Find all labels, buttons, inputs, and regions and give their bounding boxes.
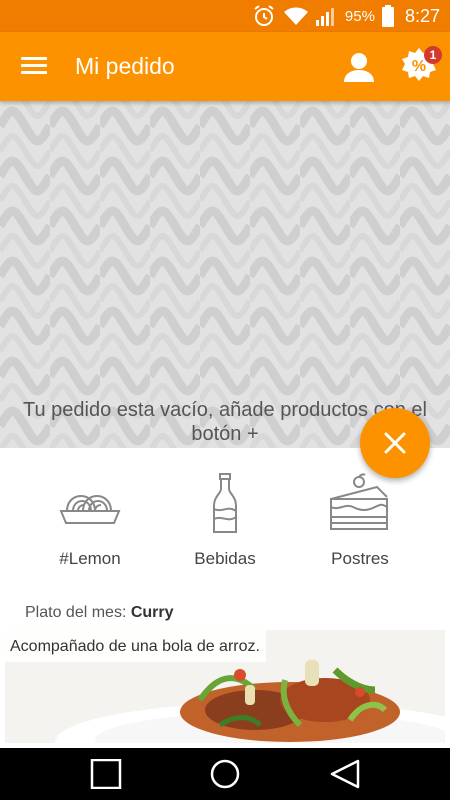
battery-percentage: 95% xyxy=(344,7,375,25)
add-product-fab[interactable] xyxy=(360,408,430,478)
category-bebidas[interactable]: Bebidas xyxy=(155,473,295,573)
back-button[interactable] xyxy=(328,759,362,789)
cake-slice-icon xyxy=(330,473,388,530)
svg-text:%: % xyxy=(412,58,426,75)
home-button[interactable] xyxy=(208,759,242,789)
page-title: Mi pedido xyxy=(75,53,175,79)
signal-icon xyxy=(315,8,334,26)
soda-bottle-icon xyxy=(213,473,237,533)
dish-caption: Acompañado de una bola de arroz. xyxy=(5,630,266,662)
dish-of-month-name: Curry xyxy=(130,604,174,621)
wave-pattern-background xyxy=(0,101,450,448)
battery-icon xyxy=(381,5,394,27)
system-nav-bar xyxy=(0,748,450,800)
category-label: Bebidas xyxy=(194,549,256,568)
promotions-button[interactable]: % 1 xyxy=(398,44,442,88)
dish-of-month-card[interactable]: Acompañado de una bola de arroz. xyxy=(5,630,445,743)
wifi-icon xyxy=(283,7,308,25)
dish-of-month-prefix: Plato del mes: xyxy=(25,604,127,621)
promo-count-badge: 1 xyxy=(424,46,442,64)
category-lemon[interactable]: #Lemon xyxy=(20,473,160,573)
circle-icon xyxy=(210,759,240,789)
category-label: Postres xyxy=(331,549,389,568)
category-label: #Lemon xyxy=(59,549,121,568)
recent-apps-button[interactable] xyxy=(89,758,123,790)
dish-of-month-title: Plato del mes: Curry xyxy=(25,604,174,622)
square-icon xyxy=(90,758,122,790)
menu-button[interactable] xyxy=(21,54,47,78)
app-bar: Mi pedido % 1 xyxy=(0,32,450,101)
alarm-icon xyxy=(254,5,274,26)
status-icons: 95% 8:27 xyxy=(252,0,440,32)
close-icon xyxy=(384,432,406,454)
noodles-bowl-icon xyxy=(59,494,121,524)
back-triangle-icon xyxy=(330,759,360,789)
status-bar: 95% 8:27 xyxy=(0,0,450,32)
category-postres[interactable]: Postres xyxy=(290,473,430,573)
hamburger-icon xyxy=(21,57,47,60)
clock: 8:27 xyxy=(404,5,440,26)
user-icon xyxy=(344,53,374,82)
profile-button[interactable] xyxy=(342,50,376,84)
empty-order-area: Tu pedido esta vacío, añade productos co… xyxy=(0,101,450,448)
